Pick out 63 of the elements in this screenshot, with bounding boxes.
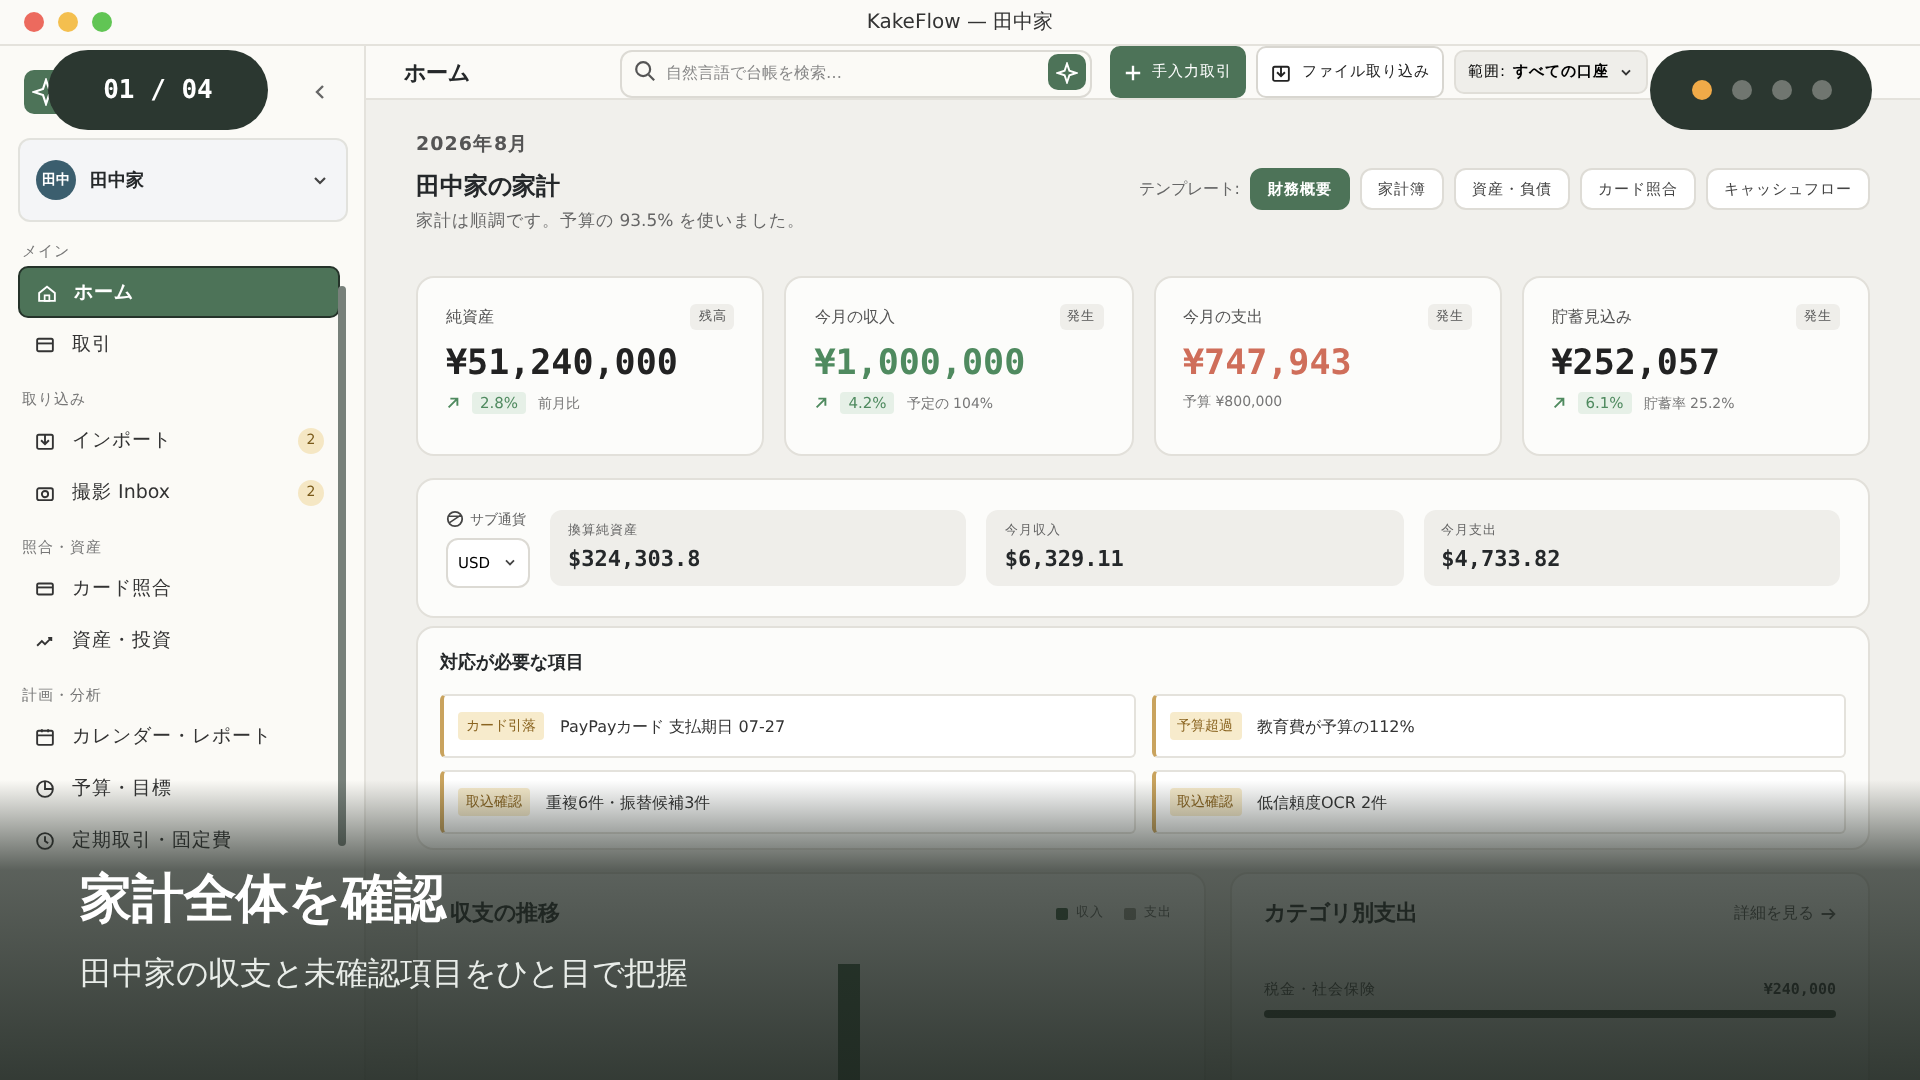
slide-subtitle: 田中家の収支と未確認項目をひと目で把握	[80, 954, 688, 996]
sidebar-item[interactable]: カード照合	[18, 562, 340, 614]
calendar-icon	[34, 725, 56, 747]
chart-bar	[838, 964, 860, 1080]
pagination-dot[interactable]	[1771, 80, 1791, 100]
card-label: 今月の収入	[814, 306, 895, 328]
arrow-up-right-icon	[1551, 396, 1566, 410]
legend-swatch	[1124, 907, 1136, 919]
slide-title: 家計全体を確認	[80, 868, 446, 934]
slide-counter: 01 / 04	[48, 50, 268, 130]
minimize-icon[interactable]	[58, 12, 78, 32]
arrow-up-right-icon	[814, 396, 829, 410]
pagination-dot[interactable]	[1691, 80, 1711, 100]
card-value: ¥747,943	[1183, 344, 1354, 384]
maximize-icon[interactable]	[92, 12, 112, 32]
tile-value: $324,303.8	[568, 546, 703, 572]
window-title: KakeFlow — 田中家	[866, 9, 1054, 36]
item-text: PayPayカード 支払期日 07-27	[560, 715, 786, 737]
sidebar-item[interactable]: 定期取引・固定費	[18, 814, 340, 866]
sidebar-item[interactable]: 資産・投資	[18, 614, 340, 666]
card-value: ¥1,000,000	[814, 344, 1028, 384]
scrollbar[interactable]	[338, 286, 346, 846]
tray-icon	[34, 333, 56, 355]
page-title: ホーム	[404, 57, 472, 87]
item-text: 教育費が予算の112%	[1257, 715, 1415, 737]
sidebar-item[interactable]: 取引	[18, 318, 340, 370]
chevron-down-icon	[502, 554, 518, 570]
card-value: ¥51,240,000	[446, 344, 680, 384]
home-icon	[36, 281, 58, 303]
arrow-right-icon	[1820, 905, 1836, 921]
item-text: 低信頼度OCR 2件	[1257, 791, 1388, 813]
arrow-up-right-icon	[446, 396, 460, 410]
tile-value: $6,329.11	[1004, 546, 1126, 572]
search-icon	[634, 60, 656, 82]
item-text: 重複6件・振替候補3件	[546, 791, 711, 813]
search-field[interactable]: 自然言語で台帳を検索…	[620, 49, 1092, 97]
chevron-down-icon	[1617, 64, 1634, 80]
sidebar-item[interactable]: ホーム	[18, 266, 340, 318]
summary-text: 家計は順調です。予算の 93.5% を使いました。	[416, 210, 805, 234]
card-label: 貯蓄見込み	[1551, 306, 1632, 328]
month-label: 2026年8月	[416, 132, 532, 158]
pagination-dot[interactable]	[1731, 80, 1751, 100]
pie-chart-icon	[34, 777, 56, 799]
card-label: 純資産	[446, 306, 494, 328]
plus-icon	[1124, 63, 1142, 81]
download-icon	[1270, 61, 1292, 83]
download-icon	[34, 429, 56, 451]
card-label: 今月の支出	[1183, 306, 1263, 328]
tile-value: $4,733.82	[1441, 546, 1563, 572]
overview-title: 田中家の家計	[416, 170, 562, 204]
sparkle-icon	[1056, 61, 1078, 83]
sidebar-item[interactable]: 予算・目標	[18, 762, 340, 814]
card-value: ¥252,057	[1551, 344, 1723, 384]
pagination-dot[interactable]	[1811, 80, 1831, 100]
camera-icon	[34, 481, 56, 503]
card-icon	[34, 577, 56, 599]
legend-swatch	[1056, 907, 1068, 919]
sparkle-button[interactable]	[1048, 54, 1086, 90]
clock-icon	[34, 829, 56, 851]
sidebar-item[interactable]: カレンダー・レポート	[18, 710, 340, 762]
panel-title: 対応が必要な項目	[440, 650, 586, 676]
close-icon[interactable]	[24, 12, 44, 32]
template-label: テンプレート:	[1138, 178, 1240, 200]
